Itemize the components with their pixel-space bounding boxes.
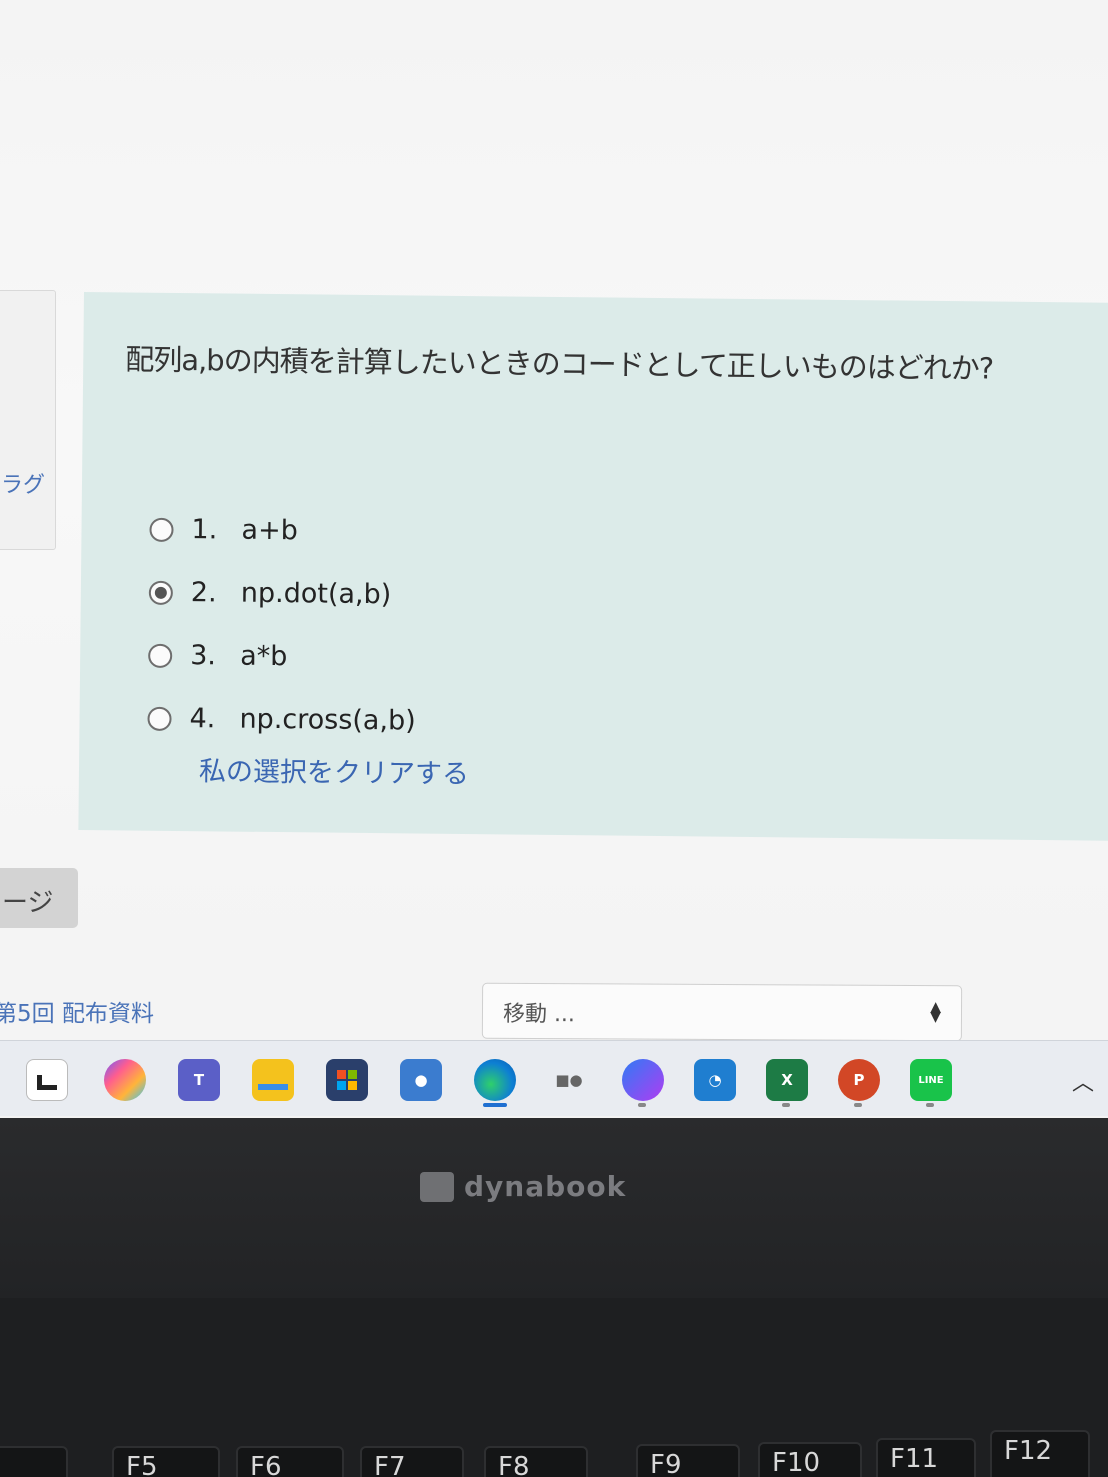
key-label: F9 xyxy=(650,1450,682,1477)
answer-label: a+b xyxy=(241,514,298,547)
key-label: F12 xyxy=(1004,1436,1053,1466)
answer-label: np.cross(a,b) xyxy=(239,703,416,737)
app-icon[interactable]: ● xyxy=(400,1059,442,1101)
line-icon[interactable]: LINE xyxy=(910,1059,952,1101)
answer-option-1[interactable]: 1. a+b xyxy=(149,498,418,564)
side-block-label[interactable]: ラグ xyxy=(1,467,45,499)
answer-list: 1. a+b 2. np.dot(a,b) 3. a*b 4. np.cross… xyxy=(147,498,418,753)
radio-button[interactable] xyxy=(149,517,174,542)
key-f12[interactable]: F12 xyxy=(990,1430,1090,1477)
radio-button[interactable] xyxy=(147,706,172,731)
answer-number: 4. xyxy=(189,703,216,735)
camera-icon[interactable]: ■● xyxy=(548,1059,590,1101)
brand-logo: dynabook xyxy=(420,1170,626,1203)
page-button-label: ージ xyxy=(2,888,54,918)
answer-option-2[interactable]: 2. np.dot(a,b) xyxy=(148,561,418,627)
screen: ラグ 配列a,bの内積を計算したいときのコードとして正しいものはどれか? 1. … xyxy=(0,0,1108,1118)
store-icon[interactable] xyxy=(326,1059,368,1101)
answer-number: 1. xyxy=(191,514,218,546)
answer-label: np.dot(a,b) xyxy=(240,577,392,611)
radio-button[interactable] xyxy=(148,643,173,668)
file-explorer-icon[interactable] xyxy=(252,1059,294,1101)
key-f4[interactable] xyxy=(0,1446,68,1477)
brand-name: dynabook xyxy=(464,1170,627,1203)
key-label: F11 xyxy=(890,1444,939,1474)
laptop-bezel xyxy=(0,1118,1108,1298)
excel-icon[interactable]: X xyxy=(766,1059,808,1101)
running-indicator xyxy=(782,1103,790,1107)
jump-to-select[interactable]: 移動 ... ▲ ▼ xyxy=(481,982,963,1042)
side-block: ラグ xyxy=(0,290,56,550)
key-label: F10 xyxy=(772,1448,821,1477)
start-icon[interactable] xyxy=(26,1059,68,1101)
key-label: F6 xyxy=(250,1452,282,1477)
key-label: F8 xyxy=(498,1452,530,1477)
clear-selection-link[interactable]: 私の選択をクリアする xyxy=(199,749,469,791)
question-box: 配列a,bの内積を計算したいときのコードとして正しいものはどれか? 1. a+b… xyxy=(78,292,1108,841)
page-button[interactable]: ージ xyxy=(0,868,78,928)
loop-icon[interactable] xyxy=(622,1059,664,1101)
question-text: 配列a,bの内積を計算したいときのコードとして正しいものはどれか? xyxy=(125,342,994,386)
answer-option-4[interactable]: 4. np.cross(a,b) xyxy=(147,687,416,753)
active-indicator xyxy=(483,1103,507,1107)
select-arrows-icon: ▲ ▼ xyxy=(930,999,942,1026)
answer-number: 3. xyxy=(190,640,217,672)
key-f8[interactable]: F8 xyxy=(484,1446,588,1477)
answer-number: 2. xyxy=(190,577,217,609)
teams-icon[interactable]: T xyxy=(178,1059,220,1101)
radio-button-checked[interactable] xyxy=(148,580,173,605)
taskbar: T ● ■● ◔ X P LINE ︿ xyxy=(0,1040,1108,1116)
key-f6[interactable]: F6 xyxy=(236,1446,344,1477)
key-f7[interactable]: F7 xyxy=(360,1446,464,1477)
running-indicator xyxy=(854,1103,862,1107)
dynabook-logo-icon xyxy=(420,1171,454,1202)
key-f11[interactable]: F11 xyxy=(876,1438,976,1477)
previous-activity-link[interactable]: 第5回 配布資料 xyxy=(0,994,154,1028)
answer-label: a*b xyxy=(240,640,288,673)
key-label: F5 xyxy=(126,1452,158,1477)
key-f5[interactable]: F5 xyxy=(112,1446,220,1477)
key-label: F7 xyxy=(374,1452,406,1477)
edge-icon[interactable] xyxy=(474,1059,516,1101)
jump-select-value: 移動 ... xyxy=(502,1001,576,1028)
running-indicator xyxy=(926,1103,934,1107)
speedtest-icon[interactable]: ◔ xyxy=(694,1059,736,1101)
running-indicator xyxy=(638,1103,646,1107)
copilot-icon[interactable] xyxy=(104,1059,146,1101)
key-f10[interactable]: F10 xyxy=(758,1442,862,1477)
chevron-up-icon[interactable]: ︿ xyxy=(1072,1065,1094,1097)
key-f9[interactable]: F9 xyxy=(636,1444,740,1477)
powerpoint-icon[interactable]: P xyxy=(838,1059,880,1101)
answer-option-3[interactable]: 3. a*b xyxy=(148,624,417,690)
